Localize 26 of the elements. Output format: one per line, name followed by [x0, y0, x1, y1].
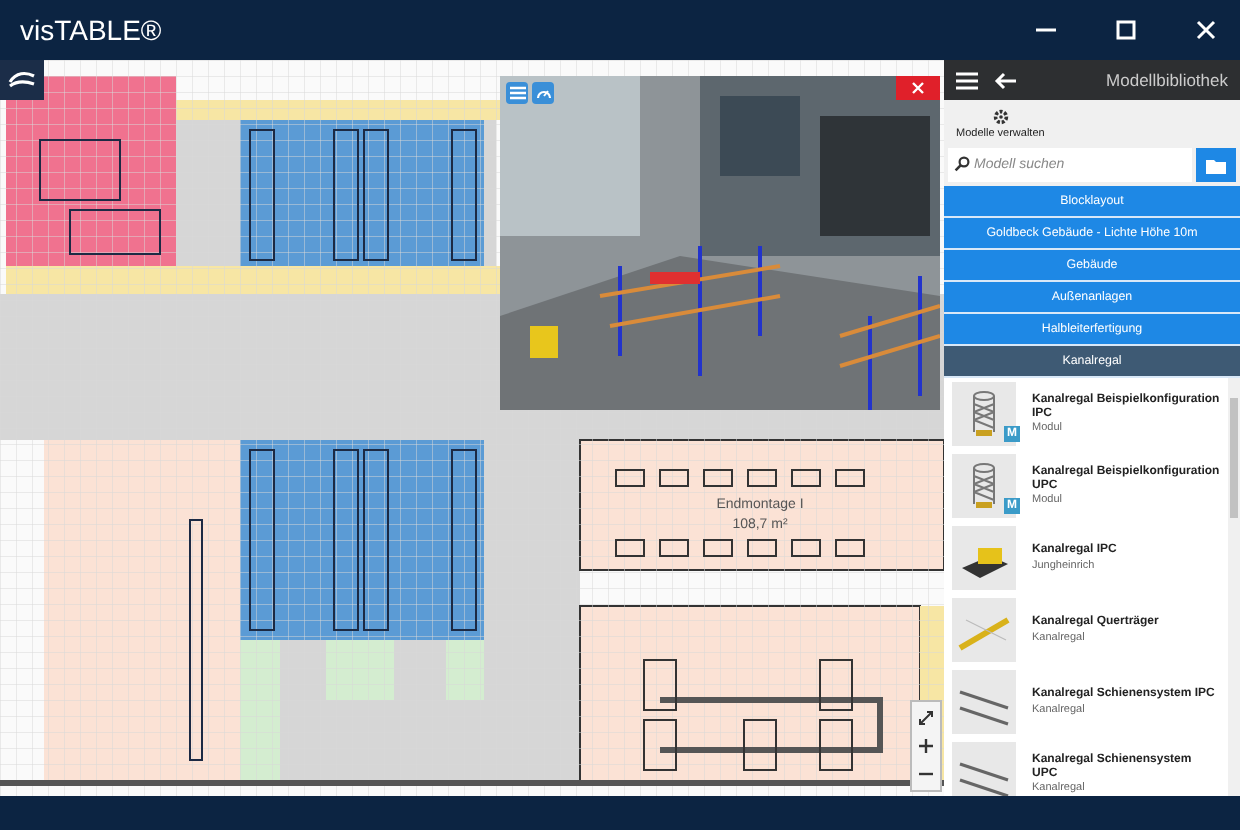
model-thumbnail	[952, 670, 1016, 734]
window-title: visTABLE®	[20, 14, 162, 46]
close-view-button[interactable]	[896, 76, 940, 100]
model-thumbnail	[952, 454, 1016, 518]
gauge-button[interactable]	[532, 82, 554, 104]
gauge-icon	[535, 86, 551, 100]
folder-button[interactable]	[1196, 148, 1236, 182]
close-icon[interactable]	[1196, 20, 1216, 40]
model-thumbnail	[952, 598, 1016, 662]
panel-title: Modellbibliothek	[1106, 70, 1228, 90]
scrollbar[interactable]	[1228, 378, 1240, 796]
gear-icon	[991, 107, 1010, 125]
model-thumbnail	[952, 742, 1016, 796]
fit-view-icon[interactable]	[918, 710, 934, 726]
logo-icon[interactable]	[0, 60, 44, 100]
folder-icon	[1206, 157, 1226, 173]
model-thumbnail	[952, 382, 1016, 446]
back-arrow-icon[interactable]	[994, 71, 1016, 89]
menu-button[interactable]	[506, 82, 528, 104]
close-icon	[912, 82, 924, 94]
search-icon	[954, 156, 970, 172]
model-thumbnail	[952, 526, 1016, 590]
maximize-icon[interactable]	[1116, 20, 1136, 40]
zoom-in-icon[interactable]	[918, 738, 934, 754]
menu-icon	[509, 86, 525, 100]
menu-icon[interactable]	[956, 71, 978, 89]
